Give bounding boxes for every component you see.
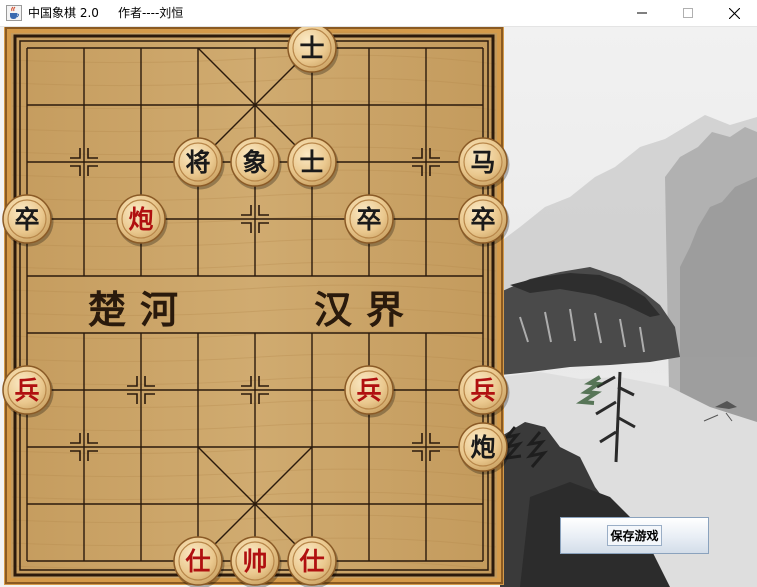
piece-label: 卒	[356, 205, 381, 234]
piece-label: 卒	[470, 205, 495, 234]
ink-landscape-painting	[500, 27, 757, 587]
maximize-button[interactable]	[665, 0, 711, 26]
save-game-label: 保存游戏	[607, 525, 662, 546]
piece-label: 仕	[184, 547, 210, 576]
river-label-left: 楚河	[88, 287, 192, 332]
piece-label: 兵	[470, 376, 495, 405]
minimize-button[interactable]	[619, 0, 665, 26]
chess-board[interactable]: 楚河 汉界士将象士马卒炮卒卒兵兵兵炮仕帅仕	[0, 27, 510, 587]
piece-label: 马	[470, 148, 495, 177]
java-cup-icon	[6, 5, 22, 21]
piece-label: 将	[185, 148, 210, 177]
piece-label: 仕	[298, 547, 324, 576]
piece-label: 炮	[470, 433, 495, 462]
piece-label: 帅	[242, 547, 267, 576]
maximize-icon	[683, 8, 693, 18]
piece-label: 兵	[14, 376, 39, 405]
close-icon	[728, 7, 740, 19]
piece-label: 士	[299, 148, 324, 177]
piece-label: 兵	[356, 376, 381, 405]
minimize-icon	[637, 12, 647, 14]
close-button[interactable]	[711, 0, 757, 26]
game-area: 楚河 汉界士将象士马卒炮卒卒兵兵兵炮仕帅仕 保存游戏	[0, 27, 757, 587]
river-label-right: 汉界	[314, 287, 418, 332]
title-bar: 中国象棋 2.0 作者----刘恒	[0, 0, 757, 27]
piece-label: 象	[242, 148, 267, 177]
save-game-button[interactable]: 保存游戏	[560, 517, 709, 554]
piece-label: 卒	[14, 205, 39, 234]
piece-label: 炮	[128, 205, 153, 234]
window-title: 中国象棋 2.0 作者----刘恒	[28, 6, 184, 20]
piece-label: 士	[299, 34, 324, 63]
